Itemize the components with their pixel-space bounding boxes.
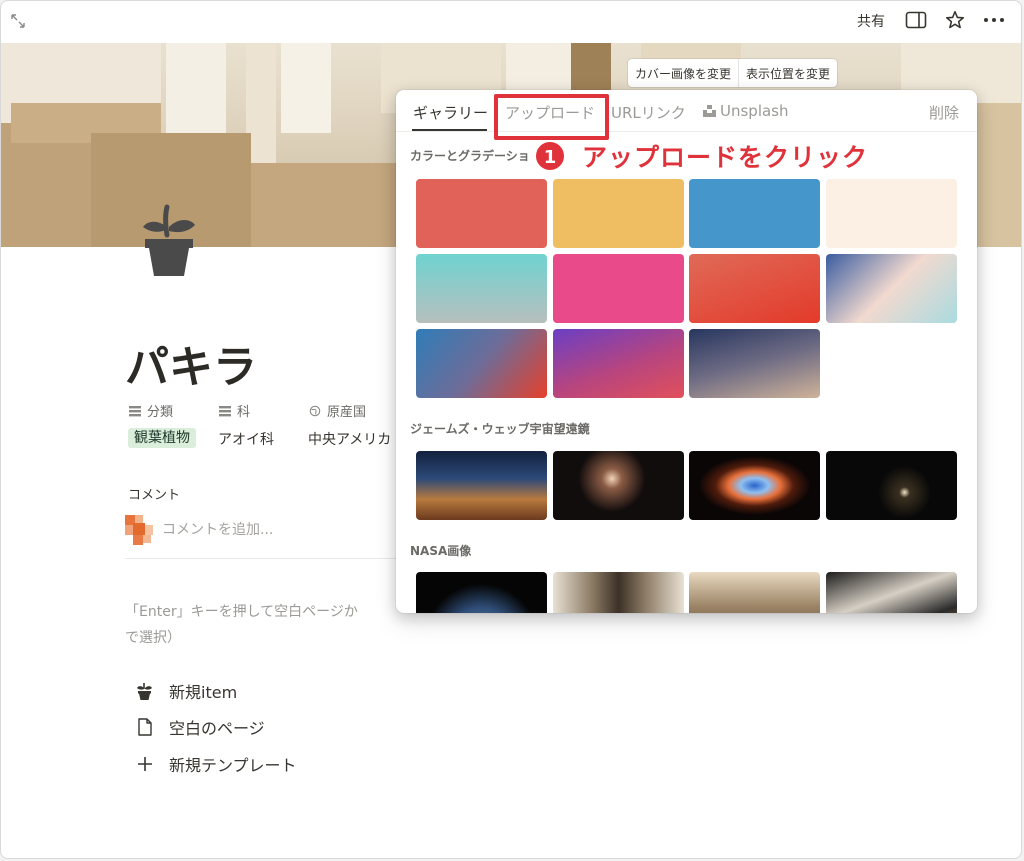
comment-input[interactable]: コメントを追加... [162,519,273,539]
notion-window: 共有 カバー画像を変更 表示位置を変更 パキラ 分類 科 原産国 観葉植物 アオ… [0,0,1022,859]
property-name-origin[interactable]: 原産国 [308,401,366,420]
property-label: 分類 [147,405,174,420]
avatar [125,515,153,545]
section-colors-label: カラーとグラデーショ [410,149,530,163]
cover-gradient-navy[interactable] [689,329,820,398]
property-label: 科 [237,405,251,420]
enter-hint: 「Enter」キーを押して空白ページか で選択） [125,599,395,651]
cover-picker-popover: ギャラリー アップロード URLリンク Unsplash 削除 カラーとグラデー… [396,90,977,613]
annotation-text: アップロードをクリック [582,143,869,172]
sidebar-icon[interactable] [905,11,927,29]
cover-swatch-yellow[interactable] [553,179,684,248]
share-button[interactable]: 共有 [857,11,885,31]
template-new-template[interactable]: 新規テンプレート [135,752,297,776]
top-bar: 共有 [1,1,1021,43]
reposition-button[interactable]: 表示位置を変更 [738,59,837,87]
property-value-family[interactable]: アオイ科 [218,429,274,449]
tab-gallery[interactable]: ギャラリー [413,102,488,123]
comments-label: コメント [128,488,181,503]
star-icon[interactable] [944,9,966,31]
plus-icon [138,757,152,771]
section-nasa-label: NASA画像 [410,544,472,558]
section-jwst-label: ジェームズ・ウェッブ宇宙望遠鏡 [410,422,590,436]
cover-gradient-purple[interactable] [553,329,684,398]
annotation-number-badge: 1 [534,140,566,172]
expand-icon[interactable] [10,13,26,29]
change-cover-button[interactable]: カバー画像を変更 [628,59,738,87]
cover-gradient-pink[interactable] [553,254,684,323]
template-new-item[interactable]: 新規item [135,679,237,703]
property-name-family[interactable]: 科 [218,401,250,420]
active-tab-indicator [412,129,487,131]
nasa-image-earth[interactable] [416,572,547,613]
list-icon [129,405,141,416]
tab-url-link[interactable]: URLリンク [611,102,686,123]
globe-icon [309,405,321,416]
property-value-category[interactable]: 観葉植物 [128,427,196,448]
hint-line: で選択） [125,630,181,646]
cover-gradient-orange-red[interactable] [689,254,820,323]
unsplash-icon [703,105,716,117]
property-value-origin[interactable]: 中央アメリカ [308,429,398,449]
hint-line: 「Enter」キーを押して空白ページか [125,604,358,620]
cover-actions: カバー画像を変更 表示位置を変更 [628,59,838,87]
property-label: 原産国 [327,405,367,420]
divider [125,558,415,559]
template-label: 新規item [169,683,238,702]
list-icon [219,405,231,416]
template-blank-page[interactable]: 空白のページ [135,715,265,739]
cover-swatch-blue[interactable] [689,179,820,248]
jwst-image-quintet[interactable] [553,451,684,520]
page-icon [138,718,152,736]
plant-pot-icon[interactable] [139,201,199,277]
cover-swatch-beige[interactable] [826,179,957,248]
cover-swatch-red[interactable] [416,179,547,248]
remove-cover-button[interactable]: 削除 [929,102,959,123]
cover-gradient-blue-red[interactable] [416,329,547,398]
cover-picker-tabs: ギャラリー アップロード URLリンク Unsplash 削除 [396,90,977,132]
tag-badge: 観葉植物 [128,428,196,448]
page-title[interactable]: パキラ [125,331,257,395]
template-label: 空白のページ [169,719,265,738]
tab-unsplash-label: Unsplash [720,102,789,120]
nasa-image-engine[interactable] [553,572,684,613]
jwst-image-cosmic-cliffs[interactable] [416,451,547,520]
cover-gradient-teal[interactable] [416,254,547,323]
cover-gradient-pastel[interactable] [826,254,957,323]
more-icon[interactable] [982,10,1006,30]
property-name-category[interactable]: 分類 [128,401,173,420]
template-label: 新規テンプレート [169,756,297,775]
plant-pot-icon [137,683,152,700]
jwst-image-nebula[interactable] [689,451,820,520]
jwst-image-deep-field[interactable] [826,451,957,520]
nasa-image-lab[interactable] [689,572,820,613]
annotation-highlight-box [494,94,609,140]
tab-unsplash[interactable]: Unsplash [703,102,789,120]
nasa-image-astronaut[interactable] [826,572,957,613]
